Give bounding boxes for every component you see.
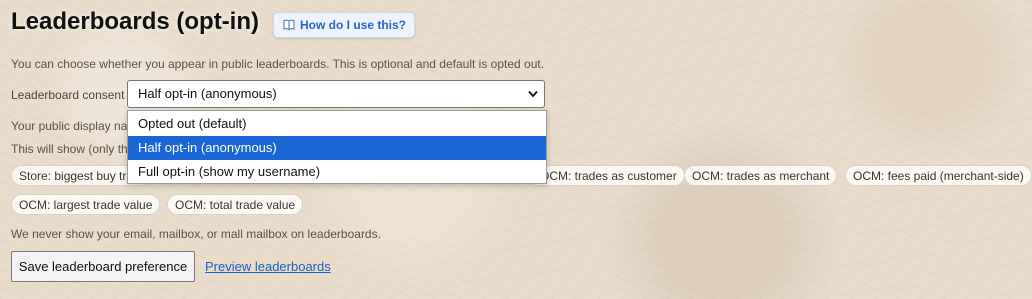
consent-select[interactable]: Half opt-in (anonymous) — [127, 80, 545, 108]
book-icon — [283, 19, 295, 30]
stat-pill: OCM: trades as merchant — [684, 165, 838, 186]
stat-pill: OCM: trades as customer — [526, 165, 685, 186]
chevron-down-icon — [528, 90, 538, 98]
preview-leaderboards-link[interactable]: Preview leaderboards — [205, 259, 331, 274]
consent-option-half-opt-in[interactable]: Half opt-in (anonymous) — [128, 136, 546, 160]
save-leaderboard-button[interactable]: Save leaderboard preference — [11, 251, 195, 282]
stat-pill: OCM: largest trade value — [11, 194, 161, 215]
consent-select-value: Half opt-in (anonymous) — [138, 86, 277, 101]
privacy-note: We never show your email, mailbox, or ma… — [11, 227, 381, 241]
consent-label: Leaderboard consent — [11, 88, 125, 102]
intro-text: You can choose whether you appear in pub… — [11, 57, 545, 71]
consent-option-opted-out[interactable]: Opted out (default) — [128, 112, 546, 136]
stat-pill: OCM: fees paid (merchant-side) — [845, 165, 1032, 186]
stat-pill: OCM: total trade value — [167, 194, 304, 215]
help-button-label: How do I use this? — [300, 18, 407, 32]
page-title: Leaderboards (opt-in) — [11, 8, 260, 35]
show-text: This will show (only th — [11, 142, 128, 156]
display-name-text: Your public display na — [11, 119, 128, 133]
consent-dropdown-list: Opted out (default) Half opt-in (anonymo… — [127, 110, 547, 184]
help-button[interactable]: How do I use this? — [273, 12, 416, 38]
consent-option-full-opt-in[interactable]: Full opt-in (show my username) — [128, 160, 546, 184]
